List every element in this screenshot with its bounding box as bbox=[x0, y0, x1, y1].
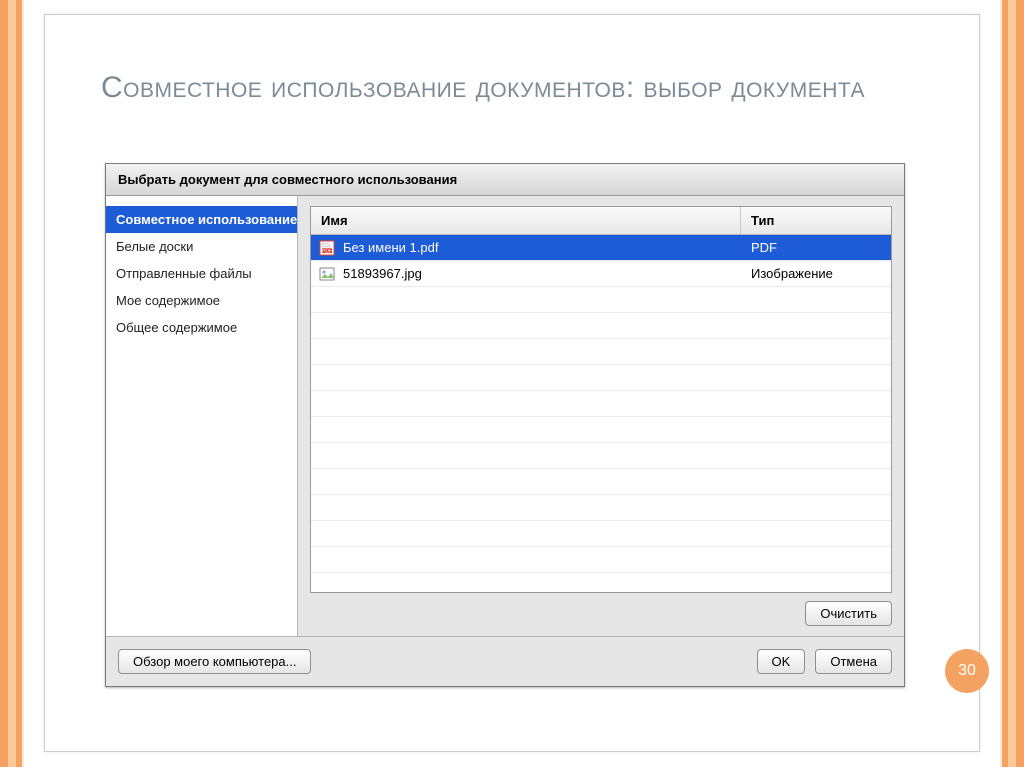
sidebar-item-whiteboards[interactable]: Белые доски bbox=[106, 233, 297, 260]
table-row[interactable]: PDF Без имени 1.pdf PDF bbox=[311, 235, 891, 261]
sidebar-item-sent-files[interactable]: Отправленные файлы bbox=[106, 260, 297, 287]
table-row-empty bbox=[311, 287, 891, 313]
column-header-name[interactable]: Имя bbox=[311, 207, 741, 234]
clear-button[interactable]: Очистить bbox=[805, 601, 892, 626]
column-header-type[interactable]: Тип bbox=[741, 207, 891, 234]
table-row[interactable]: 51893967.jpg Изображение bbox=[311, 261, 891, 287]
table-row-empty bbox=[311, 365, 891, 391]
table-row-empty bbox=[311, 417, 891, 443]
sidebar-item-sharing[interactable]: Совместное использование bbox=[106, 206, 297, 233]
table-row-empty bbox=[311, 495, 891, 521]
file-table: Имя Тип PDF Без имени 1.pdf PDF bbox=[310, 206, 892, 593]
main-panel: Имя Тип PDF Без имени 1.pdf PDF bbox=[298, 196, 904, 636]
slide-frame: Совместное использование документов: выб… bbox=[44, 14, 980, 752]
table-row-empty bbox=[311, 391, 891, 417]
table-row-empty bbox=[311, 469, 891, 495]
table-row-empty bbox=[311, 521, 891, 547]
table-row-empty bbox=[311, 547, 891, 573]
table-row-empty bbox=[311, 339, 891, 365]
browse-button[interactable]: Обзор моего компьютера... bbox=[118, 649, 311, 674]
dialog-footer: Обзор моего компьютера... OK Отмена bbox=[106, 636, 904, 686]
pdf-icon: PDF bbox=[319, 240, 335, 256]
dialog-body: Совместное использование Белые доски Отп… bbox=[106, 196, 904, 636]
page-number-badge: 30 bbox=[945, 649, 989, 693]
sidebar: Совместное использование Белые доски Отп… bbox=[106, 196, 298, 636]
decorative-stripe-left bbox=[0, 0, 24, 767]
image-icon bbox=[319, 266, 335, 282]
table-body: PDF Без имени 1.pdf PDF 5189 bbox=[311, 235, 891, 592]
decorative-stripe-right bbox=[1000, 0, 1024, 767]
sidebar-item-shared-content[interactable]: Общее содержимое bbox=[106, 314, 297, 341]
table-row-empty bbox=[311, 443, 891, 469]
cancel-button[interactable]: Отмена bbox=[815, 649, 892, 674]
ok-button[interactable]: OK bbox=[757, 649, 806, 674]
share-document-dialog: Выбрать документ для совместного использ… bbox=[105, 163, 905, 687]
table-header: Имя Тип bbox=[311, 207, 891, 235]
table-row-empty bbox=[311, 313, 891, 339]
file-name: Без имени 1.pdf bbox=[343, 240, 438, 255]
file-type: Изображение bbox=[741, 266, 891, 281]
file-type: PDF bbox=[741, 240, 891, 255]
file-name: 51893967.jpg bbox=[343, 266, 422, 281]
sidebar-item-my-content[interactable]: Мое содержимое bbox=[106, 287, 297, 314]
svg-text:PDF: PDF bbox=[322, 248, 332, 254]
slide-title: Совместное использование документов: выб… bbox=[101, 69, 941, 107]
dialog-title: Выбрать документ для совместного использ… bbox=[106, 164, 904, 196]
